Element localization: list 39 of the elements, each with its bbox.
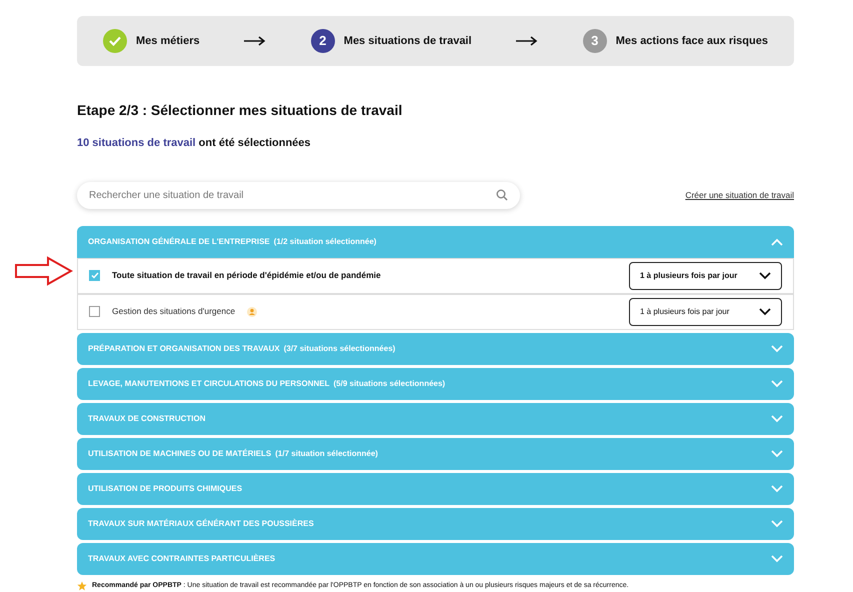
frequency-dropdown[interactable]: 1 à plusieurs fois par jour <box>629 298 782 326</box>
step-label: Mes situations de travail <box>344 34 472 49</box>
star-icon <box>77 580 87 591</box>
category-header[interactable]: LEVAGE, MANUTENTIONS ET CIRCULATIONS DU PERSONNEL (5/9 situations sélectionnées) <box>77 368 794 400</box>
category-header[interactable]: PRÉPARATION ET ORGANISATION DES TRAVAUX (3/7 situations sélectionnées) <box>77 332 794 364</box>
frequency-dropdown[interactable]: 1 à plusieurs fois par jour <box>629 262 782 290</box>
chevron-down-icon <box>771 520 783 528</box>
arrow-icon <box>244 36 266 46</box>
checkbox[interactable] <box>89 270 100 281</box>
chevron-down-icon <box>771 554 783 562</box>
situation-label: Gestion des situations d'urgence <box>112 305 236 318</box>
category-header[interactable]: UTILISATION DE MACHINES OU DE MATÉRIELS (1/7 situation sélectionnée) <box>77 438 794 470</box>
category-header[interactable]: ORGANISATION GÉNÉRALE DE L'ENTREPRISE (1/2 situation sélectionnée) <box>77 226 794 258</box>
page-heading: Etape 2/3 : Sélectionner mes situations de travail <box>77 101 404 120</box>
pointer-arrow-icon <box>15 256 73 286</box>
chevron-down-icon <box>759 272 771 280</box>
chevron-up-icon <box>771 238 783 246</box>
chevron-down-icon <box>759 308 771 316</box>
arrow-icon <box>516 36 538 46</box>
chevron-down-icon <box>771 450 783 458</box>
chevron-down-icon <box>771 414 783 422</box>
selection-summary: 10 situations de travail ont été sélectionnées <box>77 136 312 151</box>
chevron-down-icon <box>771 380 783 388</box>
checkbox[interactable] <box>89 306 100 317</box>
category-header[interactable]: TRAVAUX SUR MATÉRIAUX GÉNÉRANT DES POUSSIÈRES <box>77 508 794 540</box>
chevron-down-icon <box>771 344 783 352</box>
step-label: Mes métiers <box>136 34 200 49</box>
step-marker: 2 <box>310 29 335 53</box>
category-header[interactable]: TRAVAUX DE CONSTRUCTION <box>77 402 794 434</box>
situation-label: Toute situation de travail en période d'épidémie et/ou de pandémie <box>112 269 381 282</box>
category-header[interactable]: TRAVAUX AVEC CONTRAINTES PARTICULIÈRES <box>77 542 794 574</box>
search-icon <box>496 189 508 201</box>
step-label: Mes actions face aux risques <box>616 34 768 49</box>
step-marker: 3 <box>582 29 607 53</box>
search-field[interactable]: Rechercher une situation de travail <box>89 188 496 202</box>
category-header[interactable]: UTILISATION DE PRODUITS CHIMIQUES <box>77 472 794 504</box>
chevron-down-icon <box>771 484 783 492</box>
create-situation-link[interactable]: Créer une situation de travail <box>685 188 794 202</box>
check-icon <box>109 36 121 46</box>
